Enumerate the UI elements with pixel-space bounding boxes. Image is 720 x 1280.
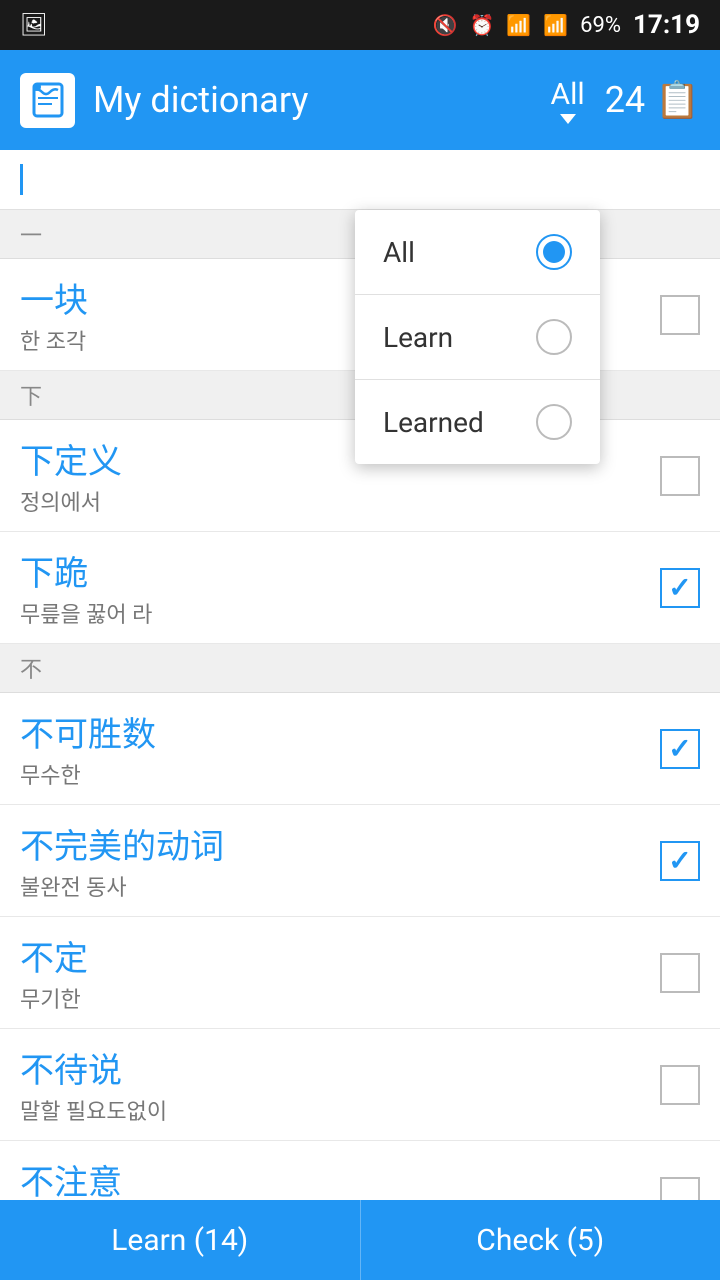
chinese-word: 不注意 bbox=[20, 1155, 660, 1204]
list-item: 不定 무기한 bbox=[0, 917, 720, 1029]
check-button[interactable]: Check (5) bbox=[361, 1200, 720, 1280]
search-input[interactable] bbox=[20, 164, 700, 195]
learn-checkbox[interactable] bbox=[660, 1065, 700, 1105]
word-count: 24 bbox=[605, 79, 645, 121]
alarm-icon: ⏰ bbox=[469, 13, 494, 37]
radio-selected-indicator bbox=[543, 241, 565, 263]
bottom-bar: Learn (14) Check (5) bbox=[0, 1200, 720, 1280]
dropdown-arrow-icon bbox=[560, 114, 576, 124]
section-separator-bu: 不 bbox=[0, 644, 720, 693]
checkmark-icon: ✓ bbox=[668, 844, 691, 877]
battery-text: 69% bbox=[580, 13, 621, 38]
app-icon bbox=[20, 73, 75, 128]
list-item: 不可胜数 무수한 ✓ bbox=[0, 693, 720, 805]
search-bar bbox=[0, 150, 720, 210]
korean-translation: 무릎을 꿇어 라 bbox=[20, 597, 660, 629]
learn-checkbox[interactable]: ✓ bbox=[660, 729, 700, 769]
dropdown-option-learn[interactable]: Learn bbox=[355, 295, 600, 380]
korean-translation: 불완전 동사 bbox=[20, 870, 660, 902]
word-text: 不待说 말할 필요도없이 bbox=[20, 1043, 660, 1126]
header-title: My dictionary bbox=[93, 79, 551, 121]
learn-checkbox[interactable] bbox=[660, 953, 700, 993]
learn-checkbox[interactable] bbox=[660, 295, 700, 335]
filter-dropdown[interactable]: All bbox=[551, 77, 585, 124]
list-item: 不待说 말할 필요도없이 bbox=[0, 1029, 720, 1141]
dropdown-option-all[interactable]: All bbox=[355, 210, 600, 295]
radio-button-learn[interactable] bbox=[536, 319, 572, 355]
word-text: 下跪 무릎을 꿇어 라 bbox=[20, 546, 660, 629]
check-button-label: Check (5) bbox=[476, 1223, 604, 1258]
word-text: 不完美的动词 불완전 동사 bbox=[20, 819, 660, 902]
radio-button-all[interactable] bbox=[536, 234, 572, 270]
checkmark-icon: ✓ bbox=[668, 571, 691, 604]
time-display: 17:19 bbox=[633, 10, 700, 40]
mute-icon: 🔇 bbox=[433, 13, 458, 37]
learn-checkbox[interactable]: ✓ bbox=[660, 568, 700, 608]
status-bar: 🖼 🔇 ⏰ 📶 📶 69% 17:19 bbox=[0, 0, 720, 50]
signal-icon: 📶 bbox=[543, 13, 568, 37]
korean-translation: 말할 필요도없이 bbox=[20, 1094, 660, 1126]
clipboard-button[interactable]: 📋 bbox=[655, 79, 700, 121]
chinese-word: 不待说 bbox=[20, 1043, 660, 1092]
wifi-icon: 📶 bbox=[506, 13, 531, 37]
learn-checkbox[interactable] bbox=[660, 456, 700, 496]
dropdown-option-label: Learned bbox=[383, 406, 484, 439]
filter-dropdown-menu: All Learn Learned bbox=[355, 210, 600, 464]
word-text: 不可胜数 무수한 bbox=[20, 707, 660, 790]
learn-button[interactable]: Learn (14) bbox=[0, 1200, 361, 1280]
dropdown-option-label: Learn bbox=[383, 321, 453, 354]
korean-translation: 무수한 bbox=[20, 758, 660, 790]
korean-translation: 무기한 bbox=[20, 982, 660, 1014]
dropdown-option-label: All bbox=[383, 236, 415, 269]
filter-label: All bbox=[551, 77, 585, 112]
chinese-word: 不可胜数 bbox=[20, 707, 660, 756]
chinese-word: 不定 bbox=[20, 931, 660, 980]
chinese-word: 不完美的动词 bbox=[20, 819, 660, 868]
gallery-icon: 🖼 bbox=[20, 13, 48, 38]
learn-checkbox[interactable]: ✓ bbox=[660, 841, 700, 881]
chinese-word: 下跪 bbox=[20, 546, 660, 595]
checkmark-icon: ✓ bbox=[668, 732, 691, 765]
radio-button-learned[interactable] bbox=[536, 404, 572, 440]
app-header: My dictionary All 24 📋 bbox=[0, 50, 720, 150]
list-item: 不完美的动词 불완전 동사 ✓ bbox=[0, 805, 720, 917]
word-text: 不定 무기한 bbox=[20, 931, 660, 1014]
dropdown-option-learned[interactable]: Learned bbox=[355, 380, 600, 464]
korean-translation: 정의에서 bbox=[20, 485, 660, 517]
list-item: 下跪 무릎을 꿇어 라 ✓ bbox=[0, 532, 720, 644]
learn-button-label: Learn (14) bbox=[111, 1223, 248, 1258]
